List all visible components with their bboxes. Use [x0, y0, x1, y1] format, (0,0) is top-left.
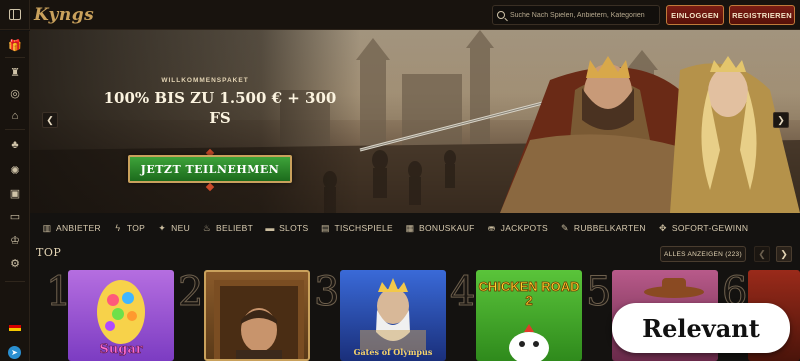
hero-banner: WILLKOMMENSPAKET 100% BIS ZU 1.500 € + 3… — [30, 30, 800, 213]
register-button[interactable]: REGISTRIEREN — [729, 5, 795, 25]
site-logo[interactable]: Kyngs — [34, 5, 94, 25]
shopping-bag-icon[interactable]: ⌂ — [8, 109, 22, 123]
lightning-icon: ϟ — [115, 223, 121, 233]
game-tile-chicken-road[interactable]: CHICKEN ROAD 2 — [476, 270, 582, 361]
promo-title: 100% BIS ZU 1.500 € + 300 FS — [103, 89, 337, 127]
chevron-left-icon: ❮ — [758, 248, 766, 259]
search-input[interactable] — [509, 11, 659, 19]
category-slots[interactable]: ▬ SLOTS — [261, 218, 312, 238]
promo-kicker: WILLKOMMENSPAKET — [161, 77, 249, 84]
sidebar-divider — [5, 281, 25, 282]
game-title: CHICKEN ROAD 2 — [478, 279, 580, 308]
trophy-icon[interactable]: ♔ — [8, 234, 22, 248]
hero-next-button[interactable]: ❯ — [773, 112, 789, 128]
ornament-icon — [205, 182, 215, 192]
game-rank: 5 — [585, 269, 612, 315]
casino-chip-icon[interactable]: ◎ — [8, 87, 22, 101]
table-icon: ▤ — [321, 223, 330, 233]
chevron-left-icon: ❮ — [46, 114, 54, 125]
chevron-right-icon: ❯ — [780, 248, 788, 259]
game-card[interactable]: 1 Sugar — [42, 270, 174, 361]
hero-prev-button[interactable]: ❮ — [42, 112, 58, 128]
game-tile-book[interactable] — [204, 270, 310, 361]
category-providers[interactable]: ▥ ANBIETER — [38, 218, 105, 238]
adventurer-illustration — [214, 280, 304, 359]
chevron-right-icon: ❯ — [777, 114, 785, 125]
category-jackpots[interactable]: ⛂ JACKPOTS — [483, 218, 552, 238]
category-new[interactable]: ✦ NEU — [153, 218, 194, 238]
roulette-icon[interactable]: ✺ — [8, 164, 22, 178]
category-bonus-buy[interactable]: ▦ BONUSKAUF — [401, 218, 479, 238]
category-top[interactable]: ϟ TOP — [109, 218, 149, 238]
search-icon — [497, 11, 505, 19]
telegram-icon[interactable]: ➤ — [8, 346, 21, 359]
game-title: Gates of Olympus — [353, 347, 433, 357]
relevant-badge: Relevant — [612, 303, 790, 353]
new-icon: ✦ — [158, 223, 167, 233]
sidebar-toggle-button[interactable] — [0, 0, 30, 30]
join-now-button[interactable]: JETZT TEILNEHMEN — [128, 155, 292, 183]
gift-icon[interactable]: 🎁 — [8, 39, 22, 53]
category-bar: ▥ ANBIETER ϟ TOP ✦ NEU ♨ BELIEBT ▬ SLOTS ▤ TIS… — [30, 216, 800, 240]
category-instant-win[interactable]: ✥ SOFORT-GEWINN — [654, 218, 752, 238]
section-title: TOP — [36, 246, 62, 259]
tv-icon[interactable]: ▭ — [8, 210, 22, 224]
login-button[interactable]: EINLOGGEN — [666, 5, 724, 25]
provider-icon: ▥ — [42, 223, 52, 233]
category-scratch-cards[interactable]: ✎ RUBBELKARTEN — [556, 218, 650, 238]
settings-icon[interactable]: ⚙ — [8, 257, 22, 271]
left-sidebar: 🎁 ♜ ◎ ⌂ ♣ ✺ ▣ ▭ ♔ ⚙ ➤ — [0, 31, 30, 361]
bonus-icon: ▦ — [405, 223, 415, 233]
game-tile-gates-of-olympus[interactable]: Gates of Olympus — [340, 270, 446, 361]
search-box[interactable] — [492, 5, 660, 25]
sidebar-divider — [5, 57, 25, 58]
category-popular[interactable]: ♨ BELIEBT — [198, 218, 257, 238]
join-button-frame: JETZT TEILNEHMEN — [124, 148, 296, 192]
cards-icon[interactable]: ♣ — [8, 138, 22, 152]
game-title: Sugar — [99, 342, 143, 358]
game-rank: 3 — [313, 269, 340, 315]
live-casino-icon[interactable]: ▣ — [8, 187, 22, 201]
games-next-button[interactable]: ❯ — [776, 246, 792, 262]
slots-icon: ▬ — [265, 223, 275, 233]
game-rank: 4 — [449, 269, 476, 315]
sidebar-toggle-icon — [8, 9, 21, 20]
sidebar-divider — [5, 129, 25, 130]
game-card[interactable]: 4 CHICKEN ROAD 2 — [449, 269, 582, 361]
games-prev-button[interactable]: ❮ — [754, 246, 770, 262]
show-all-button[interactable]: ALLES ANZEIGEN (223) — [660, 246, 746, 262]
category-table-games[interactable]: ▤ TISCHSPIELE — [316, 218, 397, 238]
top-header: Kyngs EINLOGGEN REGISTRIEREN — [0, 0, 800, 30]
game-card[interactable]: 2 — [177, 269, 310, 361]
jackpot-icon: ⛂ — [487, 223, 496, 233]
instant-win-icon: ✥ — [658, 223, 667, 233]
game-tile-sugar[interactable]: Sugar — [68, 270, 174, 361]
game-rank: 2 — [177, 269, 204, 315]
scratch-icon: ✎ — [561, 223, 569, 233]
casino-page: Kyngs EINLOGGEN REGISTRIEREN 🎁 ♜ ◎ ⌂ ♣ ✺… — [0, 0, 800, 361]
game-card[interactable]: 3 Gates of Olympus — [313, 269, 446, 361]
de-flag-icon[interactable] — [9, 322, 21, 331]
flame-icon: ♨ — [202, 223, 212, 233]
castle-icon[interactable]: ♜ — [8, 66, 22, 80]
